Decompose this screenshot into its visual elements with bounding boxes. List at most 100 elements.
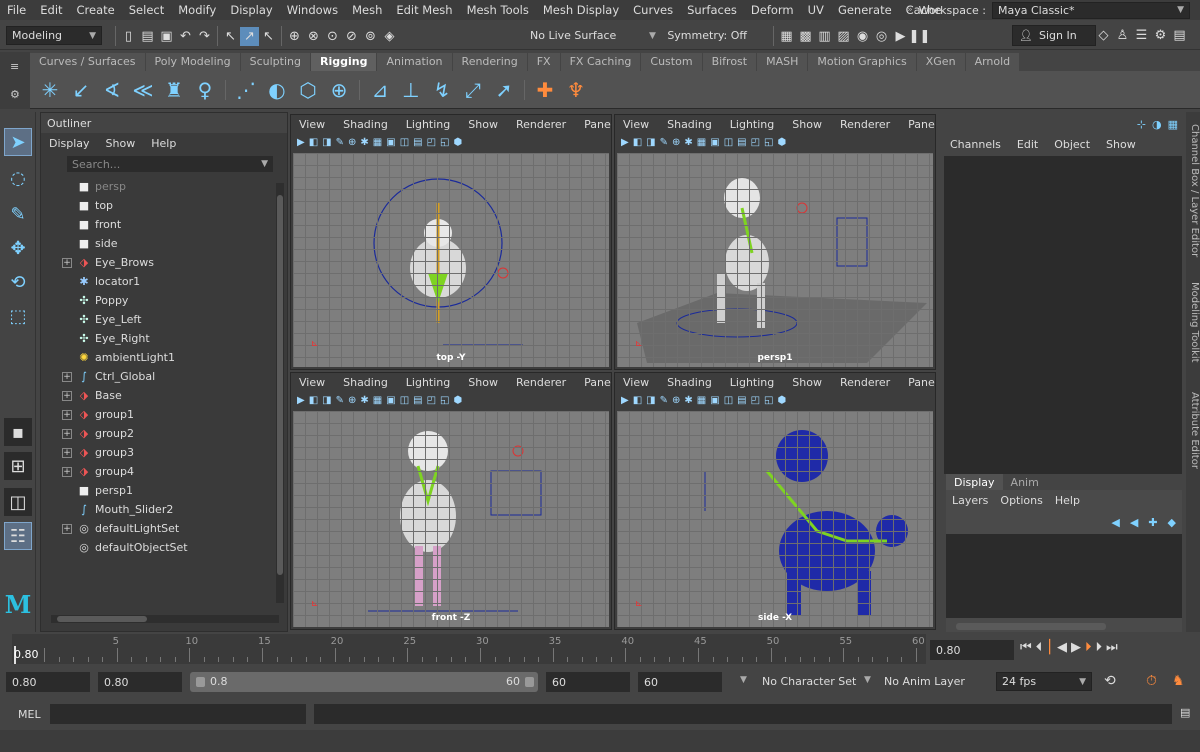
resolution-gate-icon[interactable]: ▦ xyxy=(697,395,706,406)
tab-display[interactable]: Display xyxy=(946,474,1003,491)
tab-channel-box[interactable]: Channel Box / Layer Editor xyxy=(1186,124,1200,257)
viewport-menu-item[interactable]: Shading xyxy=(667,118,712,131)
image-plane-icon[interactable]: ✎ xyxy=(660,395,668,406)
move-layer-down-icon[interactable]: ◀ xyxy=(1130,516,1138,529)
four-view-layout-icon[interactable]: ⊞ xyxy=(4,452,32,480)
sign-in-button[interactable]: 👤︎ Sign In xyxy=(1012,25,1096,46)
viewport-menu-item[interactable]: Renderer xyxy=(516,376,566,389)
step-forward-frame-icon[interactable]: ⏵ xyxy=(1085,640,1092,655)
viewport-menu-item[interactable]: View xyxy=(623,118,649,131)
expand-icon[interactable]: + xyxy=(62,257,72,268)
film-gate-icon[interactable]: ✱ xyxy=(360,395,368,406)
snap-curve-icon[interactable]: ⊗ xyxy=(304,27,323,46)
expand-icon[interactable]: + xyxy=(62,466,72,477)
save-scene-icon[interactable]: ▣ xyxy=(157,27,176,46)
outliner-item[interactable]: ■ top xyxy=(41,196,113,215)
current-frame-field[interactable]: 0.80 xyxy=(930,640,1014,660)
shelf-tab-mash[interactable]: MASH xyxy=(757,53,808,71)
menu-edit[interactable]: Edit xyxy=(33,3,69,17)
viewport-menu-item[interactable]: Shading xyxy=(343,376,388,389)
camera-icon[interactable]: ▶ xyxy=(621,395,629,406)
outliner-item[interactable]: ◎ defaultObjectSet xyxy=(41,538,187,557)
outliner-item[interactable]: + ⬗ group4 xyxy=(41,462,134,481)
expand-icon[interactable]: + xyxy=(62,390,72,401)
camera-icon[interactable]: ▶ xyxy=(297,395,305,406)
outliner-item[interactable]: + ⬗ group2 xyxy=(41,424,134,443)
viewport-panel[interactable]: View Shading Lighting Show Renderer Panels ▶ ◧ ◨… xyxy=(290,372,612,630)
layer-scroll-thumb[interactable] xyxy=(956,623,1106,630)
outliner-vertical-scrollbar[interactable] xyxy=(276,183,284,603)
open-scene-icon[interactable]: ▤ xyxy=(138,27,157,46)
scroll-thumb[interactable] xyxy=(277,195,283,575)
grid-toggle-icon[interactable]: ⊕ xyxy=(672,137,680,148)
field-chart-icon[interactable]: ◫ xyxy=(724,395,733,406)
parent-constraint-icon[interactable]: ⊿ xyxy=(366,76,394,104)
bookmark-icon[interactable]: ◨ xyxy=(646,395,655,406)
tab-attribute-editor[interactable]: Attribute Editor xyxy=(1186,392,1200,469)
go-to-start-icon[interactable]: ⏮ xyxy=(1020,640,1032,655)
outliner-search-input[interactable]: Search... ▼ xyxy=(67,156,273,172)
menu-display[interactable]: Display xyxy=(223,3,279,17)
wireframe-icon[interactable]: ◱ xyxy=(440,395,449,406)
menu-mesh[interactable]: Mesh xyxy=(345,3,389,17)
shelf-tab-rigging[interactable]: Rigging xyxy=(310,53,377,71)
field-chart-icon[interactable]: ◫ xyxy=(724,137,733,148)
outliner-item[interactable]: + ∫ Ctrl_Global xyxy=(41,367,155,386)
shelf-tab-arnold[interactable]: Arnold xyxy=(965,53,1020,71)
safe-action-icon[interactable]: ▣ xyxy=(710,395,719,406)
loop-icon[interactable]: ⟲ xyxy=(1104,673,1116,689)
viewport-menu-item[interactable]: View xyxy=(299,118,325,131)
layer-menu-options[interactable]: Options xyxy=(1000,494,1042,507)
outliner-item[interactable]: ✣ Poppy xyxy=(41,291,128,310)
create-joints-icon[interactable]: ↙ xyxy=(67,76,95,104)
viewport-scene[interactable]: ⊾ side -X xyxy=(617,411,933,627)
image-plane-icon[interactable]: ✎ xyxy=(336,395,344,406)
film-gate-icon[interactable]: ✱ xyxy=(360,137,368,148)
shelf-tab-rendering[interactable]: Rendering xyxy=(452,53,527,71)
new-scene-icon[interactable]: ▯ xyxy=(119,27,138,46)
set-driven-key-icon[interactable]: ✚ xyxy=(531,76,559,104)
symmetry-dropdown[interactable]: ▼ Symmetry: Off xyxy=(640,26,752,45)
human-ik-skeleton-icon[interactable]: ♀ xyxy=(191,76,219,104)
menu-uv[interactable]: UV xyxy=(801,3,831,17)
outliner-item[interactable]: + ⬗ Eye_Brows xyxy=(41,253,154,272)
viewport-panel[interactable]: View Shading Lighting Show Renderer Panels ▶ ◧ ◨… xyxy=(614,372,936,630)
viewport-scene[interactable]: ⊾ top -Y xyxy=(293,153,609,367)
quick-rig-icon[interactable]: ♜ xyxy=(160,76,188,104)
command-input[interactable] xyxy=(50,704,306,724)
step-forward-key-icon[interactable]: ⏵ xyxy=(1095,640,1102,655)
character-set-dropdown[interactable]: No Character Set xyxy=(762,675,856,688)
outliner-item[interactable]: ■ side xyxy=(41,234,118,253)
scroll-thumb[interactable] xyxy=(57,616,147,622)
menu-windows[interactable]: Windows xyxy=(280,3,345,17)
viewport-menu-item[interactable]: Panels xyxy=(584,376,611,389)
channelbox-menu-channels[interactable]: Channels xyxy=(950,138,1001,151)
field-chart-icon[interactable]: ◫ xyxy=(400,137,409,148)
expand-icon[interactable]: + xyxy=(62,523,72,534)
channelbox-menu-show[interactable]: Show xyxy=(1106,138,1136,151)
chevron-down-icon[interactable]: ▼ xyxy=(740,675,747,685)
shelf-tab-custom[interactable]: Custom xyxy=(641,53,702,71)
xray-icon[interactable]: ◰ xyxy=(427,395,436,406)
select-component-icon[interactable]: ↖ xyxy=(259,27,278,46)
xray-icon[interactable]: ◰ xyxy=(427,137,436,148)
fps-dropdown[interactable]: 24 fps ▼ xyxy=(996,672,1092,691)
auto-key-icon[interactable]: ⏱ xyxy=(1146,673,1157,689)
resolution-gate-icon[interactable]: ▦ xyxy=(373,137,382,148)
menu-mesh-tools[interactable]: Mesh Tools xyxy=(460,3,536,17)
time-ruler[interactable]: 5 10 15 20 25 30 35 40 45 50 55 60 xyxy=(42,634,926,664)
expand-icon[interactable]: + xyxy=(62,409,72,420)
arnold-render-icon[interactable]: ◎ xyxy=(872,27,891,46)
expand-icon[interactable]: + xyxy=(62,371,72,382)
viewport-menu-item[interactable]: Shading xyxy=(667,376,712,389)
render-view-icon[interactable]: ▩ xyxy=(796,27,815,46)
select-object-icon[interactable]: ↗ xyxy=(240,26,259,46)
render-settings-icon[interactable]: ▨ xyxy=(834,27,853,46)
outliner-item[interactable]: ✣ Eye_Left xyxy=(41,310,141,329)
viewport-menu-item[interactable]: Lighting xyxy=(730,376,774,389)
lattice-icon[interactable]: ⬡ xyxy=(294,76,322,104)
point-constraint-icon[interactable]: ⊥ xyxy=(397,76,425,104)
step-back-key-icon[interactable]: ⏴ xyxy=(1036,640,1043,655)
viewport-panel[interactable]: View Shading Lighting Show Renderer Panels ▶ ◧ ◨… xyxy=(614,114,936,370)
menu-file[interactable]: File xyxy=(0,3,33,17)
